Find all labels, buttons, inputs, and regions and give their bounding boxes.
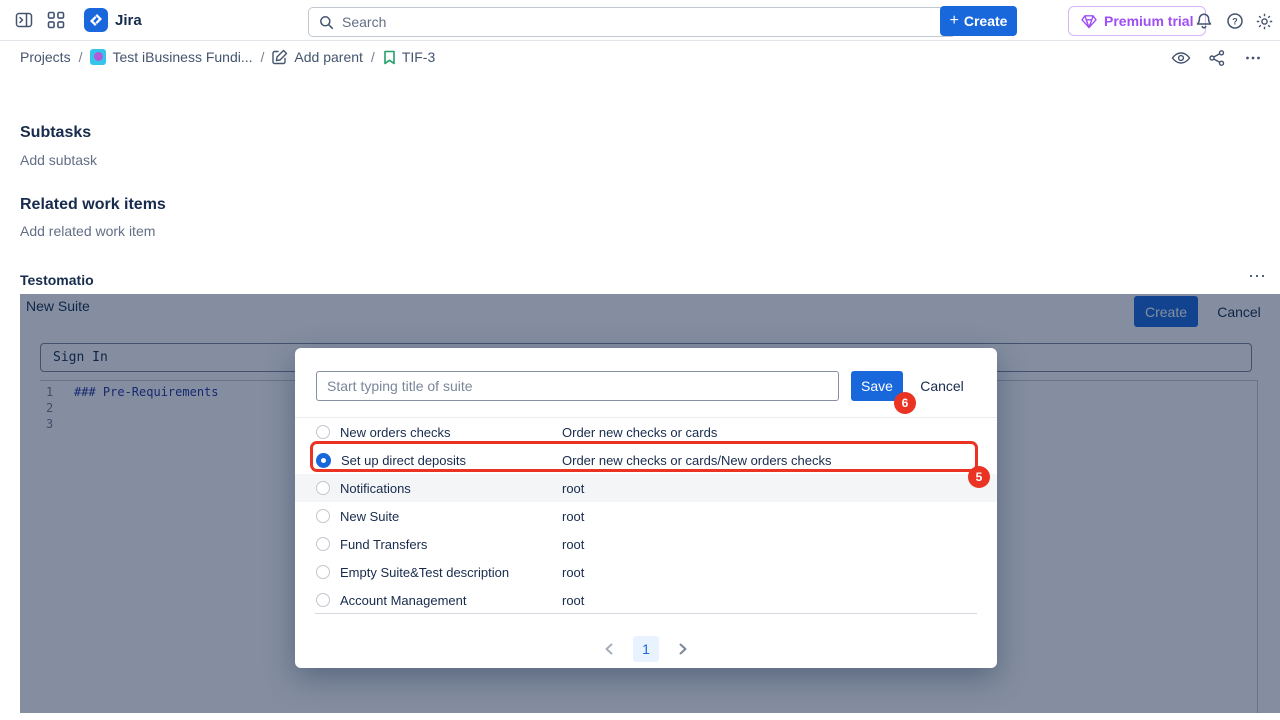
- more-actions-icon[interactable]: [1238, 45, 1268, 71]
- suite-row-path: root: [562, 509, 584, 524]
- radio-icon[interactable]: [316, 565, 330, 579]
- suite-row-path: root: [562, 593, 584, 608]
- suite-row-path: root: [562, 565, 584, 580]
- divider: [315, 613, 977, 614]
- pagination: 1: [295, 636, 997, 662]
- suite-select-modal: Save Cancel New orders checks Order new c…: [295, 348, 997, 668]
- testomatio-heading: Testomatio: [20, 272, 94, 288]
- suite-row[interactable]: Fund Transfers root: [295, 530, 997, 558]
- prev-page-icon[interactable]: [601, 641, 617, 657]
- suite-row-path: root: [562, 481, 584, 496]
- save-button[interactable]: Save: [851, 371, 903, 401]
- suite-row[interactable]: Account Management root: [295, 586, 997, 614]
- suite-row-label: Empty Suite&Test description: [340, 565, 509, 580]
- suite-row-label: Fund Transfers: [340, 537, 427, 552]
- breadcrumb-project[interactable]: Test iBusiness Fundi...: [90, 49, 252, 65]
- search-icon: [319, 15, 334, 30]
- suite-row[interactable]: Empty Suite&Test description root: [295, 558, 997, 586]
- suite-row[interactable]: New Suite root: [295, 502, 997, 530]
- share-icon[interactable]: [1202, 45, 1232, 71]
- suite-rows: New orders checks Order new checks or car…: [295, 418, 997, 614]
- related-work-heading: Related work items: [20, 196, 166, 214]
- search-input[interactable]: [342, 14, 945, 30]
- suite-row-label: Account Management: [340, 593, 466, 608]
- app-name: Jira: [115, 12, 142, 29]
- help-icon[interactable]: ?: [1223, 9, 1247, 33]
- top-navbar: Jira + Create Premium trial: [0, 0, 1280, 41]
- radio-icon[interactable]: [316, 537, 330, 551]
- collapse-sidebar-icon[interactable]: [14, 10, 34, 30]
- suite-row-label: New orders checks: [340, 425, 451, 440]
- bookmark-story-icon: [383, 50, 396, 65]
- suite-row-path: Order new checks or cards/New orders che…: [562, 453, 831, 468]
- gem-icon: [1081, 14, 1097, 29]
- add-subtask-link[interactable]: Add subtask: [20, 152, 97, 168]
- suite-search-input[interactable]: [316, 371, 839, 401]
- add-related-link[interactable]: Add related work item: [20, 223, 155, 239]
- suite-row-label: Set up direct deposits: [341, 453, 466, 468]
- testomatio-more-icon[interactable]: ⋯: [1248, 266, 1268, 287]
- suite-row-label: New Suite: [340, 509, 399, 524]
- breadcrumb-projects[interactable]: Projects: [20, 49, 71, 65]
- watch-eye-icon[interactable]: [1166, 45, 1196, 71]
- plus-icon: +: [950, 12, 959, 30]
- radio-icon[interactable]: [316, 593, 330, 607]
- breadcrumb: Projects / Test iBusiness Fundi... / Add…: [20, 41, 435, 73]
- radio-icon[interactable]: [316, 481, 330, 495]
- radio-icon[interactable]: [316, 425, 330, 439]
- jira-logo[interactable]: [84, 8, 108, 32]
- edit-pencil-icon: [272, 49, 288, 65]
- modal-cancel-button[interactable]: Cancel: [913, 371, 971, 401]
- add-parent-button[interactable]: Add parent: [272, 49, 363, 65]
- page-number[interactable]: 1: [633, 636, 659, 662]
- global-search[interactable]: [308, 7, 956, 37]
- suite-row[interactable]: Set up direct deposits Order new checks o…: [295, 446, 997, 474]
- suite-row[interactable]: Notifications root: [295, 474, 997, 502]
- subtasks-heading: Subtasks: [20, 124, 91, 142]
- suite-row-label: Notifications: [340, 481, 411, 496]
- svg-text:?: ?: [1232, 16, 1238, 26]
- project-avatar-icon: [90, 49, 106, 65]
- settings-gear-icon[interactable]: [1252, 9, 1276, 33]
- suite-row[interactable]: New orders checks Order new checks or car…: [295, 418, 997, 446]
- breadcrumb-row: Projects / Test iBusiness Fundi... / Add…: [0, 41, 1280, 73]
- suite-row-path: root: [562, 537, 584, 552]
- jira-page: Jira + Create Premium trial: [0, 0, 1280, 720]
- radio-selected-icon[interactable]: [316, 453, 331, 468]
- suite-row-path: Order new checks or cards: [562, 425, 717, 440]
- premium-trial-button[interactable]: Premium trial: [1068, 6, 1206, 36]
- radio-icon[interactable]: [316, 509, 330, 523]
- issue-actions: [1166, 45, 1268, 71]
- app-switcher-icon[interactable]: [46, 10, 66, 30]
- create-button[interactable]: + Create: [940, 6, 1017, 36]
- notifications-icon[interactable]: [1192, 9, 1216, 33]
- breadcrumb-issue-key[interactable]: TIF-3: [383, 49, 435, 65]
- next-page-icon[interactable]: [675, 641, 691, 657]
